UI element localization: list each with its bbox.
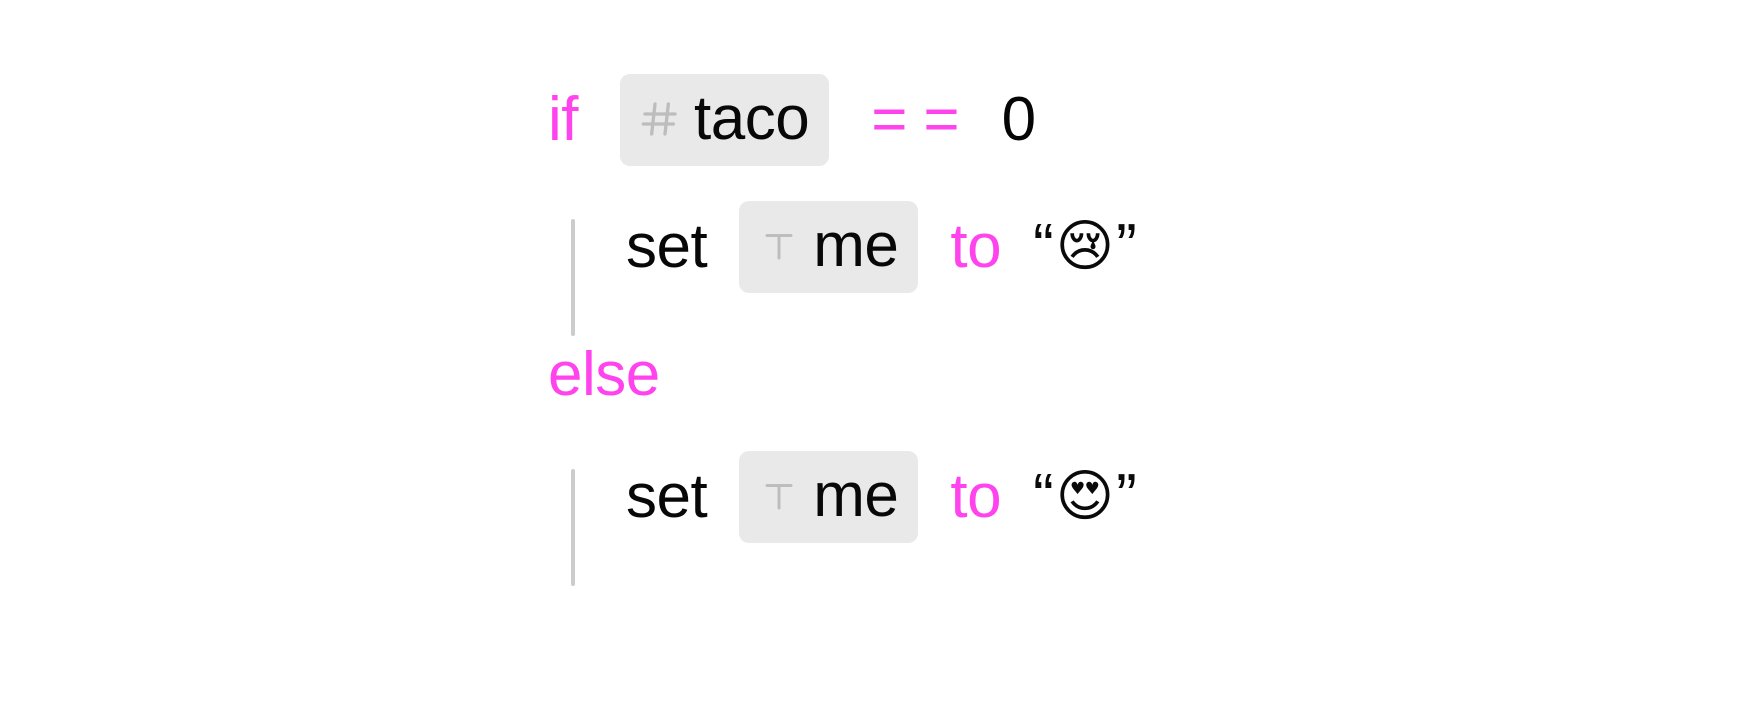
operator-equals-equals[interactable]: = = xyxy=(871,89,959,151)
code-line-else-branch[interactable]: else xyxy=(548,327,660,423)
close-quote: ” xyxy=(1116,212,1137,281)
variable-chip-me[interactable]: me xyxy=(739,201,919,293)
code-line-set-me-love[interactable]: set me to “ 😍 ” xyxy=(548,449,1137,545)
operator-equals-second: = xyxy=(923,85,960,154)
hash-icon xyxy=(640,99,680,139)
variable-chip-me[interactable]: me xyxy=(739,451,919,543)
keyword-to[interactable]: to xyxy=(950,466,1001,528)
close-quote: ” xyxy=(1116,462,1137,531)
keyword-if[interactable]: if xyxy=(548,89,579,151)
open-quote: “ xyxy=(1033,462,1054,531)
heart-eyes-emoji: 😍 xyxy=(1055,464,1115,529)
code-line-if-condition[interactable]: if taco = = 0 xyxy=(548,72,1036,168)
text-type-icon xyxy=(759,226,799,266)
open-quote: “ xyxy=(1033,212,1054,281)
block-code-editor[interactable]: if taco = = 0 set me to “ 😢 ” else set m… xyxy=(0,0,1760,702)
string-literal-love[interactable]: “ 😍 ” xyxy=(1033,466,1137,528)
variable-chip-taco[interactable]: taco xyxy=(620,74,830,166)
command-set[interactable]: set xyxy=(626,216,708,278)
string-literal-sad[interactable]: “ 😢 ” xyxy=(1033,216,1137,278)
literal-number-value[interactable]: 0 xyxy=(1002,89,1036,151)
text-type-icon xyxy=(759,476,799,516)
code-line-set-me-sad[interactable]: set me to “ 😢 ” xyxy=(548,199,1137,295)
keyword-else[interactable]: else xyxy=(548,344,660,406)
operator-equals-first: = xyxy=(871,85,908,154)
variable-name-label: me xyxy=(813,461,899,530)
variable-name-label: me xyxy=(813,211,899,280)
variable-name-label: taco xyxy=(694,84,810,153)
keyword-to[interactable]: to xyxy=(950,216,1001,278)
command-set[interactable]: set xyxy=(626,466,708,528)
crying-face-emoji: 😢 xyxy=(1055,214,1115,279)
